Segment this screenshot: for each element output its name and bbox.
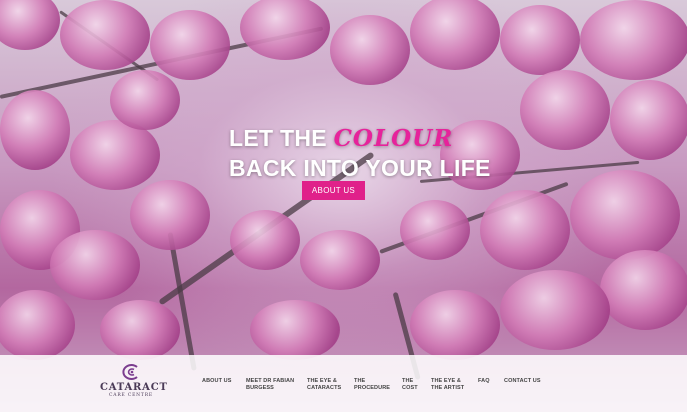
nav-the-eye-the-artist[interactable]: THE EYE & THE ARTIST xyxy=(431,378,464,391)
blossom xyxy=(60,0,150,70)
blossom xyxy=(250,300,340,360)
blossom xyxy=(70,120,160,190)
blossom xyxy=(110,70,180,130)
blossom xyxy=(480,190,570,270)
blossom xyxy=(0,0,60,50)
branch-decoration xyxy=(167,232,197,371)
hero-title-line2: BACK INTO YOUR LIFE xyxy=(229,155,491,181)
blossom xyxy=(130,180,210,250)
blossom xyxy=(500,5,580,75)
blossom xyxy=(150,10,230,80)
blossom xyxy=(600,250,687,330)
nav-meet-dr-fabian-burgess[interactable]: MEET DR FABIAN BURGESS xyxy=(246,378,294,391)
logo-name: CATARACT xyxy=(100,382,168,393)
hero-headline: LET THE COLOUR BACK INTO YOUR LIFE xyxy=(229,124,491,182)
bottom-navbar: CATARACT CARE CENTRE ABOUT US MEET DR FA… xyxy=(0,355,687,412)
nav-faq[interactable]: FAQ xyxy=(478,378,490,385)
blossom xyxy=(50,230,140,300)
blossom xyxy=(610,80,687,160)
logo-tagline: CARE CENTRE xyxy=(109,393,153,398)
blossom xyxy=(0,90,70,170)
blossom xyxy=(410,290,500,360)
hero-title-accent: COLOUR xyxy=(333,125,454,152)
blossom xyxy=(330,15,410,85)
blossom xyxy=(300,230,380,290)
hero-background xyxy=(0,0,687,412)
nav-the-procedure[interactable]: THE PROCEDURE xyxy=(354,378,390,391)
blossom xyxy=(100,300,180,360)
nav-about-us[interactable]: ABOUT US xyxy=(202,378,232,385)
blossom xyxy=(230,210,300,270)
logo[interactable]: CATARACT CARE CENTRE xyxy=(100,364,168,406)
blossom xyxy=(500,270,610,350)
blossom xyxy=(400,200,470,260)
nav-the-eye-cataracts[interactable]: THE EYE & CATARACTS xyxy=(307,378,341,391)
nav-contact-us[interactable]: CONTACT US xyxy=(504,378,541,385)
about-us-button[interactable]: ABOUT US xyxy=(302,181,365,200)
blossom xyxy=(520,70,610,150)
blossom xyxy=(410,0,500,70)
blossom xyxy=(0,290,75,360)
blossom xyxy=(570,170,680,260)
nav-the-cost[interactable]: THE COST xyxy=(402,378,418,391)
eye-logo-icon xyxy=(122,364,138,380)
blossom xyxy=(240,0,330,60)
blossom xyxy=(580,0,687,80)
hero-title-part1: LET THE xyxy=(229,125,334,151)
